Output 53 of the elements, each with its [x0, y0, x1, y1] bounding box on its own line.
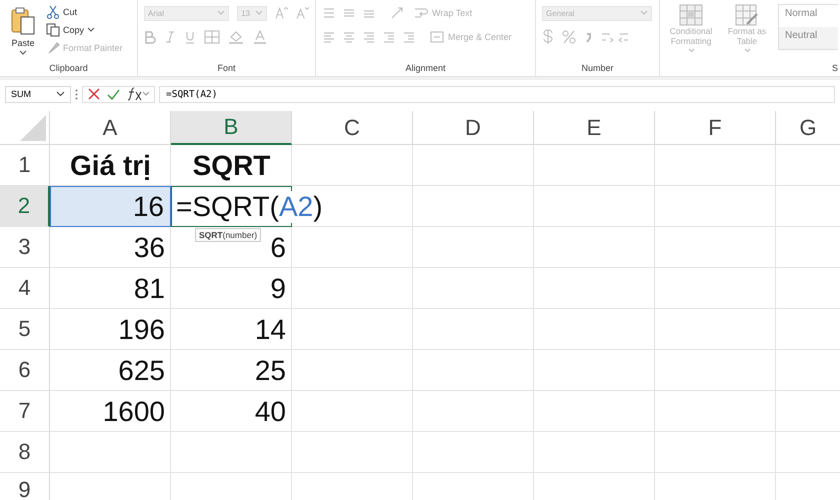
- group-label: Font: [216, 62, 236, 75]
- header-cell-text: SQRT: [192, 148, 272, 182]
- row-header[interactable]: 2: [0, 186, 50, 227]
- select-all-icon[interactable]: [20, 115, 46, 141]
- column-header[interactable]: A: [50, 111, 171, 145]
- table-grid-icon: [679, 4, 703, 26]
- caret-icon: [640, 10, 648, 16]
- table-cell-text: 196: [118, 312, 166, 346]
- caret-icon: [87, 26, 96, 32]
- scissors-icon: [46, 4, 60, 18]
- caret-icon: [744, 48, 750, 53]
- grip-icon[interactable]: [75, 88, 78, 100]
- column-header[interactable]: F: [655, 111, 776, 145]
- caret-icon: [56, 91, 65, 97]
- caret-icon: [19, 50, 27, 56]
- paintbrush-icon: [46, 40, 60, 54]
- group-label: Alignment: [404, 62, 447, 75]
- group-label: Clipboard: [48, 62, 89, 75]
- table-cell-text: 36: [134, 230, 166, 264]
- enter-icon[interactable]: [107, 88, 120, 100]
- table-brush-icon: [735, 4, 759, 26]
- clipboard-icon: [10, 6, 36, 36]
- function-tooltip: SQRT(number): [195, 228, 262, 242]
- table-cell-text: 6: [270, 230, 287, 264]
- table-cell-text: 25: [254, 354, 287, 388]
- name-box[interactable]: SUM: [5, 86, 71, 102]
- caret-icon: [688, 48, 694, 53]
- referenced-cell: 16: [50, 186, 171, 227]
- cut-button[interactable]: Cut: [46, 4, 123, 19]
- table-cell-text: 81: [134, 272, 166, 306]
- table-cell-text: 40: [254, 394, 287, 428]
- table-cell-text: 625: [118, 354, 166, 388]
- wrap-icon: [414, 7, 428, 19]
- column-header[interactable]: B: [171, 111, 292, 145]
- copy-button[interactable]: Copy: [46, 22, 123, 37]
- copy-icon: [46, 22, 60, 36]
- column-header[interactable]: E: [534, 111, 655, 145]
- caret-icon: [217, 10, 226, 16]
- column-header[interactable]: D: [413, 111, 534, 145]
- paste-button[interactable]: Paste: [6, 4, 40, 62]
- column-header[interactable]: C: [292, 111, 413, 145]
- group-label: Number: [580, 62, 614, 75]
- merge-icon: [430, 31, 444, 43]
- cell-formula[interactable]: =SQRT(A2): [176, 190, 323, 222]
- table-cell-text: 1600: [102, 394, 166, 428]
- table-cell-text: 14: [254, 312, 287, 346]
- formula-input[interactable]: =SQRT(A2): [159, 86, 835, 102]
- table-cell-text: 9: [270, 272, 287, 306]
- cancel-icon[interactable]: [88, 88, 100, 100]
- caret-icon: [255, 10, 264, 16]
- group-label: S: [832, 63, 838, 73]
- header-cell-text: Giá trị: [69, 148, 152, 182]
- insert-function-icon[interactable]: [127, 87, 149, 101]
